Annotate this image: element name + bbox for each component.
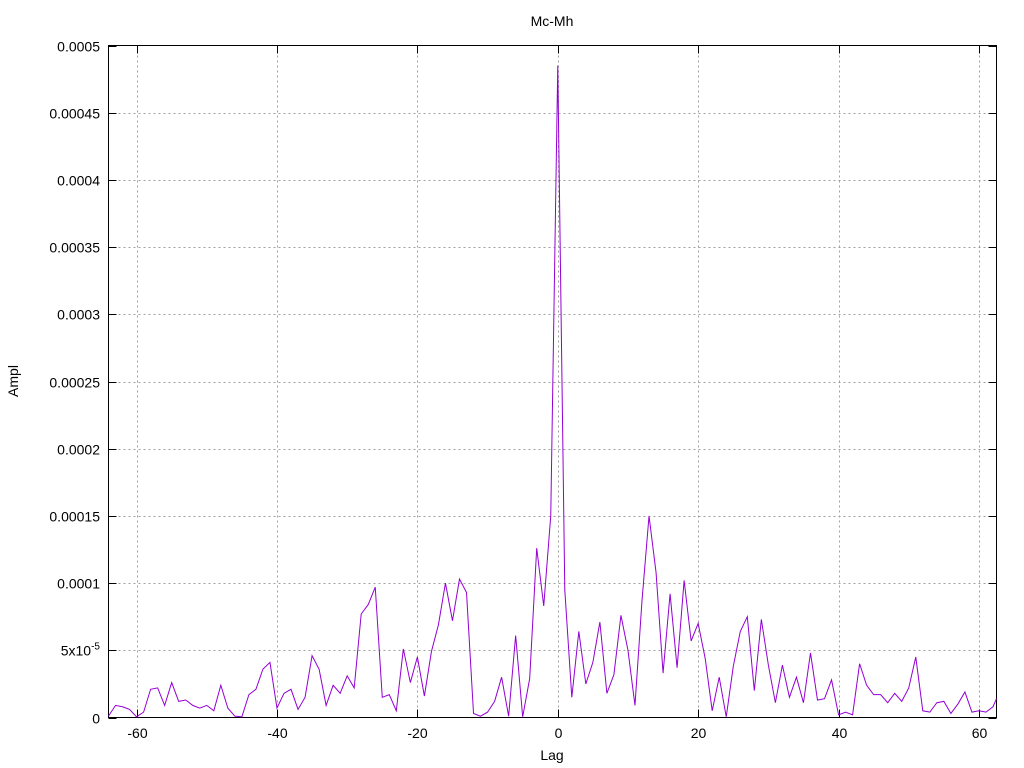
series-line-0	[108, 65, 997, 718]
x-axis-tick-labels: -60 -40 -20 0 20 40 60	[127, 725, 987, 741]
y-tick-label: 0	[92, 711, 100, 727]
y-axis-label: Ampl	[5, 365, 21, 397]
y-tick-label: 0.0004	[57, 173, 100, 189]
y-axis-tick-labels: 0 5x10-5 0.0001 0.00015 0.0002 0.00025 0.0003 0…	[49, 39, 100, 727]
y-tick-exponent: -5	[91, 642, 100, 653]
x-tick-label: -60	[127, 725, 147, 741]
y-tick-label: 0.00025	[49, 375, 100, 391]
y-tick-label: 0.0002	[57, 442, 100, 458]
line-chart: -60 -40 -20 0 20 40 60 0 5x10-5 0.0001 0.00015 0.0…	[5, 13, 997, 763]
x-tick-label: 60	[972, 725, 988, 741]
x-tick-label: 20	[691, 725, 707, 741]
x-tick-label: 0	[555, 725, 563, 741]
x-axis-label: Lag	[540, 747, 563, 763]
series-layer	[108, 65, 997, 718]
x-tick-label: 40	[832, 725, 848, 741]
y-tick-label: 0.00045	[49, 106, 100, 122]
y-tick-label: 0.00015	[49, 509, 100, 525]
x-tick-label: -20	[407, 725, 427, 741]
chart-title: Mc-Mh	[531, 13, 574, 29]
y-tick-label: 0.0005	[57, 39, 100, 55]
y-tick-label: 5x10-5	[61, 642, 101, 659]
y-tick-label: 0.00035	[49, 240, 100, 256]
y-tick-label: 0.0001	[57, 576, 100, 592]
y-tick-label: 0.0003	[57, 307, 100, 323]
x-tick-label: -40	[267, 725, 287, 741]
